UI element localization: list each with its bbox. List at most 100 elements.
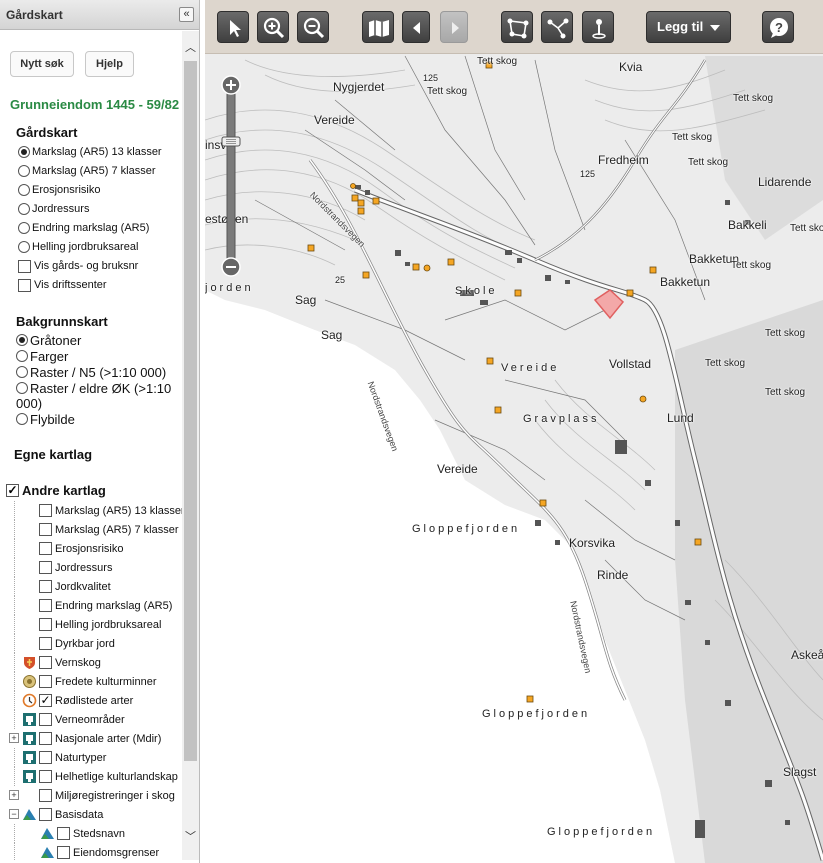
scroll-thumb[interactable] [184, 61, 197, 761]
map-label-small: Tett skog [733, 93, 774, 104]
background-option-label: Gråtoner [30, 332, 82, 348]
layer-checkbox[interactable] [39, 504, 52, 517]
collapse-panel-button[interactable]: « [179, 7, 194, 22]
layer-checkbox[interactable] [39, 561, 52, 574]
layer-checkbox[interactable] [39, 599, 52, 612]
other-layers-toggle[interactable]: ✓ Andre kartlag [6, 481, 106, 499]
layer-label: Helhetlige kulturlandskap [55, 770, 178, 783]
gardskart-checkbox-row[interactable]: Vis gårds- og bruksnr [18, 257, 138, 275]
chevron-down-icon [710, 25, 720, 31]
map-label-small: Tett skog [705, 358, 746, 369]
zoom-out-icon [303, 17, 325, 39]
radio-button[interactable] [18, 165, 30, 177]
map-overview-button[interactable] [362, 11, 394, 43]
layer-checkbox[interactable] [39, 542, 52, 555]
map-label-place: Kvia [619, 60, 643, 74]
radio-button[interactable] [16, 334, 28, 346]
scroll-down-icon[interactable]: ﹀ [182, 828, 199, 844]
help-tool-button[interactable]: ? [762, 11, 794, 43]
basedata-icon [41, 828, 54, 839]
map-label-place: Bakkeli [728, 218, 767, 232]
panel-scrollbar[interactable]: ︿ ﹀ [182, 31, 199, 860]
gardskart-option[interactable]: Markslag (AR5) 13 klasser [18, 143, 162, 161]
point-info-button[interactable] [582, 11, 614, 43]
map-label-small: Tett skog [427, 86, 468, 97]
gardskart-option-label: Erosjonsrisiko [32, 184, 101, 196]
layer-label: Dyrkbar jord [55, 637, 115, 650]
expand-toggle-icon[interactable]: + [9, 733, 19, 743]
layer-checkbox[interactable] [39, 732, 52, 745]
radio-button[interactable] [18, 184, 30, 196]
radio-button[interactable] [16, 350, 28, 362]
layer-checkbox[interactable] [39, 808, 52, 821]
shield-icon [24, 657, 35, 669]
radio-button[interactable] [16, 413, 28, 425]
zoom-in-icon [263, 17, 285, 39]
map-label-water: Gloppefjorden [482, 708, 591, 720]
map-label-place: Bakketun [660, 275, 711, 289]
map-label-place: Slagst [783, 765, 817, 779]
gardskart-option[interactable]: Endring markslag (AR5) [18, 219, 149, 237]
help-button[interactable]: Hjelp [85, 51, 134, 77]
radio-button[interactable] [18, 203, 30, 215]
map-label-small: Tett skog [688, 157, 729, 168]
gardskart-checkbox-row[interactable]: Vis driftssenter [18, 276, 107, 294]
layer-checkbox[interactable] [39, 580, 52, 593]
map-icon [369, 20, 389, 37]
layer-checkbox[interactable] [57, 846, 70, 859]
layer-checkbox[interactable] [39, 656, 52, 669]
layer-checkbox[interactable] [39, 751, 52, 764]
radio-button[interactable] [16, 366, 28, 378]
zoom-in-button[interactable] [257, 11, 289, 43]
radio-button[interactable] [18, 222, 30, 234]
gardskart-option[interactable]: Helling jordbruksareal [18, 238, 138, 256]
gardskart-checkbox-label: Vis gårds- og bruksnr [34, 260, 139, 272]
protected-area-icon [23, 751, 36, 764]
layer-checkbox[interactable] [39, 675, 52, 688]
map-label-small: Tett skog [765, 328, 806, 339]
expand-toggle-icon[interactable]: − [9, 809, 19, 819]
add-layer-dropdown[interactable]: Legg til [646, 11, 731, 43]
map-label-place: Nygjerdet [333, 80, 385, 94]
layer-checkbox[interactable] [39, 637, 52, 650]
forward-button[interactable] [440, 11, 468, 43]
select-tool-button[interactable] [217, 11, 249, 43]
layer-checkbox[interactable] [57, 827, 70, 840]
gardskart-option[interactable]: Jordressurs [18, 200, 89, 218]
tree-line [14, 596, 15, 615]
map-label-water: jorden [205, 282, 254, 294]
tree-line [14, 634, 15, 653]
gardskart-option[interactable]: Markslag (AR5) 7 klasser [18, 162, 155, 180]
back-button[interactable] [402, 11, 430, 43]
new-search-button[interactable]: Nytt søk [10, 51, 74, 77]
layer-checkbox[interactable] [39, 789, 52, 802]
layer-checkbox[interactable] [39, 618, 52, 631]
radio-button[interactable] [18, 146, 30, 158]
layer-checkbox[interactable] [39, 523, 52, 536]
zoom-slider[interactable] [220, 75, 242, 277]
layer-label: Jordkvalitet [55, 580, 111, 593]
expand-toggle-icon[interactable]: + [9, 790, 19, 800]
checkbox[interactable] [18, 259, 31, 273]
map-label-contour: 125 [580, 169, 596, 179]
gardskart-option-label: Helling jordbruksareal [32, 241, 139, 253]
background-option[interactable]: Flybilde [16, 410, 75, 428]
layer-checkbox[interactable] [39, 713, 52, 726]
radio-button[interactable] [16, 382, 28, 394]
map-canvas[interactable]: Tett skog Kvia Nygjerdet Tett skog 125 Tett s… [205, 0, 823, 863]
radio-button[interactable] [18, 241, 30, 253]
map-label-place: Rinde [597, 568, 629, 582]
gardskart-option[interactable]: Erosjonsrisiko [18, 181, 100, 199]
other-layers-checkbox[interactable]: ✓ [6, 483, 19, 497]
zoom-slider-graphic [221, 75, 241, 277]
checkbox[interactable] [18, 278, 31, 292]
no-icon [22, 598, 37, 613]
map-label-small: Tett skog [477, 56, 518, 67]
layer-checkbox[interactable] [39, 770, 52, 783]
layer-checkbox[interactable]: ✓ [39, 694, 52, 707]
scroll-up-icon[interactable]: ︿ [182, 39, 199, 55]
measure-area-button[interactable] [501, 11, 533, 43]
measure-line-button[interactable] [541, 11, 573, 43]
layer-label: Stedsnavn [73, 827, 125, 840]
zoom-out-button[interactable] [297, 11, 329, 43]
